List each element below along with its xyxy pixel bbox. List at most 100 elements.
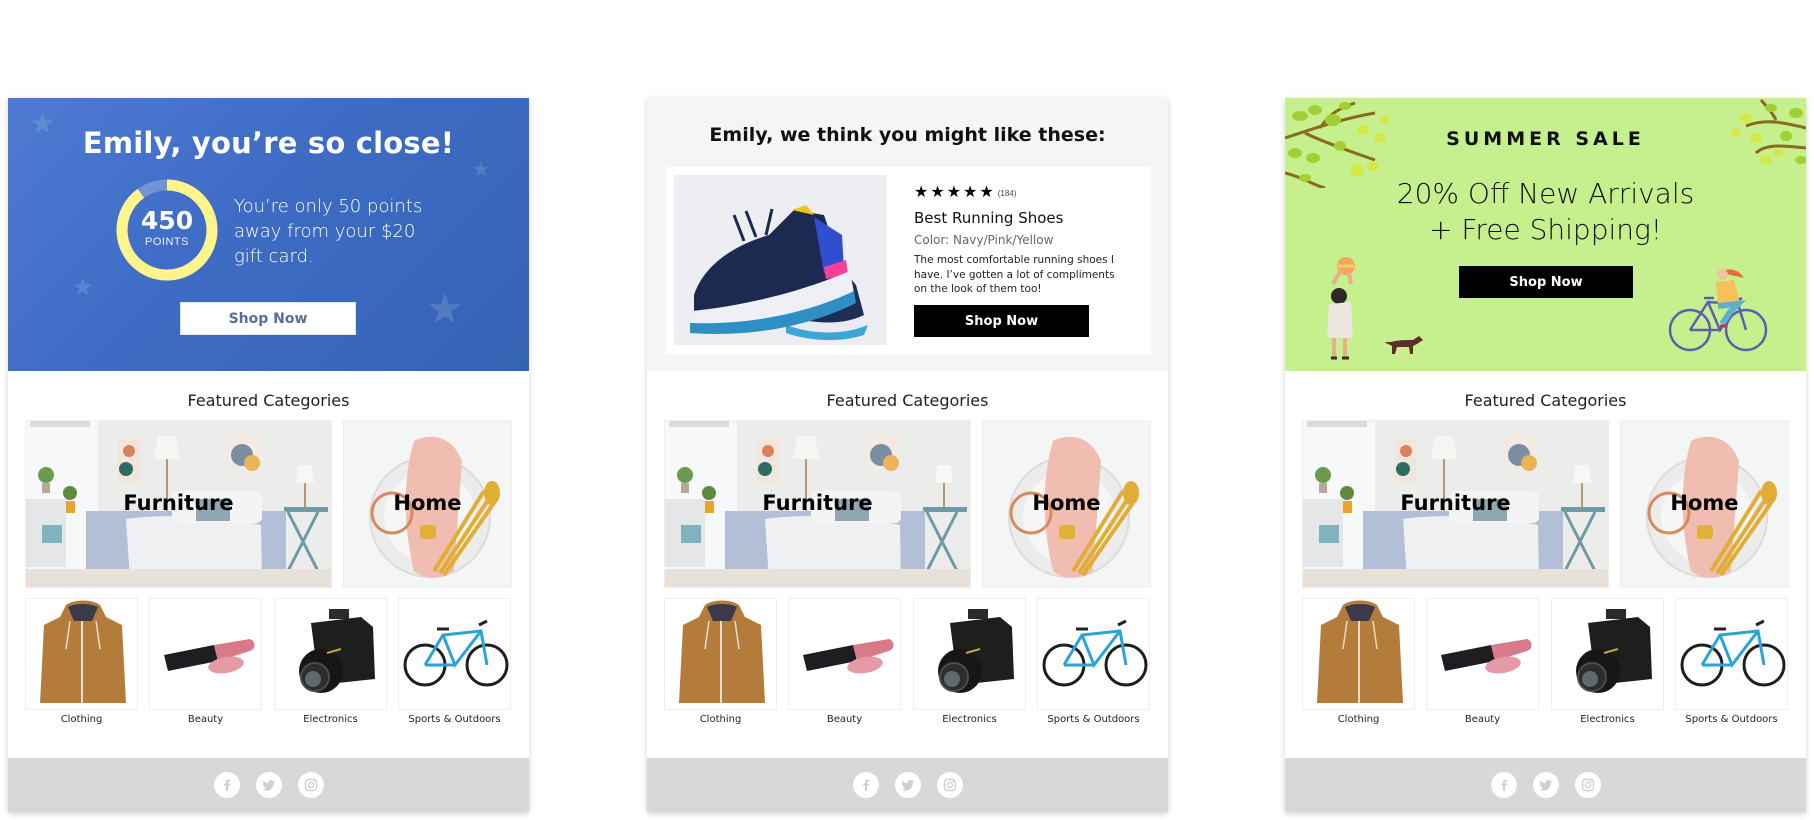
email-card-summer-sale: SUMMER SALE 20% Off New Arrivals + Free …: [1285, 98, 1806, 812]
points-message: You’re only 50 points away from your $20…: [234, 196, 423, 267]
loyalty-hero: ★ ★ ★ ★ Emily, you’re so close! 450 POIN…: [8, 98, 529, 371]
star-icon: ★: [946, 184, 962, 201]
category-label-electronics[interactable]: Electronics: [907, 714, 1032, 725]
twitter-button[interactable]: [1533, 772, 1559, 798]
category-tile-sports-outdoors[interactable]: [1675, 598, 1788, 710]
footer: [1285, 758, 1806, 812]
dog-illustration: [1385, 336, 1423, 354]
lipstick-image: [803, 639, 894, 674]
category-label-home: Home: [393, 491, 462, 515]
twitter-button[interactable]: [256, 772, 282, 798]
featured-categories: Featured Categories Furniture Home Cloth…: [1285, 371, 1806, 758]
category-label-clothing[interactable]: Clothing: [1296, 714, 1421, 725]
facebook-button[interactable]: [853, 772, 879, 798]
points-value: 450: [140, 206, 194, 235]
bicycle-image: [1042, 619, 1148, 687]
product-info: ★ ★ ★ ★ ★ (184) Best Running Shoes Color…: [914, 185, 1129, 297]
category-label-beauty[interactable]: Beauty: [1420, 714, 1545, 725]
review-count[interactable]: (184): [998, 189, 1017, 198]
category-tile-electronics[interactable]: [1551, 598, 1664, 710]
category-label-home: Home: [1032, 491, 1101, 515]
category-tile-clothing[interactable]: [664, 598, 777, 710]
category-tile-beauty[interactable]: [788, 598, 901, 710]
category-label-furniture: Furniture: [762, 491, 873, 515]
hero-title: Emily, you’re so close!: [82, 126, 455, 160]
bicycle-image: [1680, 619, 1786, 687]
star-decoration-icon: ★: [72, 274, 94, 301]
category-label-sports-outdoors[interactable]: Sports & Outdoors: [1031, 714, 1156, 725]
category-label-furniture: Furniture: [123, 491, 234, 515]
product-color: Color: Navy/Pink/Yellow: [914, 233, 1054, 247]
category-label-clothing[interactable]: Clothing: [658, 714, 783, 725]
category-label-sports-outdoors[interactable]: Sports & Outdoors: [392, 714, 517, 725]
facebook-icon: [863, 779, 870, 791]
twitter-button[interactable]: [895, 772, 921, 798]
category-tile-sports-outdoors[interactable]: [398, 598, 511, 710]
sale-headline: 20% Off New Arrivals + Free Shipping!: [1285, 176, 1806, 248]
category-label-beauty[interactable]: Beauty: [143, 714, 268, 725]
category-label-sports-outdoors[interactable]: Sports & Outdoors: [1669, 714, 1794, 725]
cyclist-illustration: [1668, 268, 1768, 352]
star-icon: ★: [930, 184, 945, 201]
twitter-icon: [901, 780, 914, 791]
jacket-image: [1317, 600, 1403, 703]
category-tile-clothing[interactable]: [25, 598, 138, 710]
category-tile-clothing[interactable]: [1302, 598, 1415, 710]
shop-now-button[interactable]: Shop Now: [180, 302, 356, 335]
bicycle-image: [403, 619, 509, 687]
star-icon: ★: [979, 184, 994, 201]
camera-image: [1576, 609, 1652, 693]
facebook-button[interactable]: [1491, 772, 1517, 798]
camera-image: [938, 609, 1014, 693]
points-progress-ring: 450 POINTS: [115, 178, 219, 282]
category-tile-sports-outdoors[interactable]: [1037, 598, 1150, 710]
category-tile-beauty[interactable]: [1426, 598, 1539, 710]
instagram-button[interactable]: [298, 772, 324, 798]
hero-title: Emily, we think you might like these:: [709, 124, 1106, 146]
category-label-beauty[interactable]: Beauty: [782, 714, 907, 725]
product-name[interactable]: Best Running Shoes: [914, 209, 1129, 227]
facebook-icon: [224, 779, 231, 791]
lipstick-image: [164, 639, 255, 674]
instagram-button[interactable]: [937, 772, 963, 798]
category-tile-beauty[interactable]: [149, 598, 262, 710]
twitter-icon: [1539, 780, 1552, 791]
category-tile-furniture[interactable]: Furniture: [664, 420, 971, 588]
twitter-icon: [262, 780, 275, 791]
category-label-furniture: Furniture: [1400, 491, 1511, 515]
category-tile-electronics[interactable]: [913, 598, 1026, 710]
points-label: POINTS: [145, 236, 189, 248]
featured-categories-title: Featured Categories: [187, 391, 350, 410]
category-label-electronics[interactable]: Electronics: [268, 714, 393, 725]
summer-sale-hero: SUMMER SALE 20% Off New Arrivals + Free …: [1285, 98, 1806, 371]
facebook-button[interactable]: [214, 772, 240, 798]
product-image[interactable]: [674, 175, 887, 345]
featured-categories: Featured Categories Furniture Home Cloth…: [647, 371, 1168, 758]
footer: [647, 758, 1168, 812]
camera-image: [299, 609, 375, 693]
email-card-recommendation: Emily, we think you might like these: ★ …: [647, 98, 1168, 812]
category-tile-home[interactable]: Home: [343, 420, 512, 588]
featured-categories-title: Featured Categories: [826, 391, 989, 410]
category-tile-electronics[interactable]: [274, 598, 387, 710]
instagram-button[interactable]: [1575, 772, 1601, 798]
category-label-clothing[interactable]: Clothing: [19, 714, 144, 725]
category-tile-home[interactable]: Home: [1620, 420, 1789, 588]
jacket-image: [40, 600, 126, 703]
category-tile-furniture[interactable]: Furniture: [1302, 420, 1609, 588]
girl-with-ball-illustration: [1327, 257, 1355, 360]
rating-stars: ★ ★ ★ ★ ★ (184): [914, 185, 1129, 201]
category-tile-home[interactable]: Home: [982, 420, 1151, 588]
email-card-loyalty: ★ ★ ★ ★ Emily, you’re so close! 450 POIN…: [8, 98, 529, 812]
instagram-icon: [943, 778, 957, 792]
shop-now-button[interactable]: Shop Now: [1459, 266, 1633, 298]
category-label-electronics[interactable]: Electronics: [1545, 714, 1670, 725]
category-tile-furniture[interactable]: Furniture: [25, 420, 332, 588]
instagram-icon: [304, 778, 318, 792]
sale-headline-line-2: + Free Shipping!: [1428, 213, 1663, 246]
recommendation-hero: Emily, we think you might like these: ★ …: [647, 98, 1168, 371]
instagram-icon: [1581, 778, 1595, 792]
shop-now-button[interactable]: Shop Now: [914, 305, 1089, 337]
category-label-home: Home: [1670, 491, 1739, 515]
footer: [8, 758, 529, 812]
